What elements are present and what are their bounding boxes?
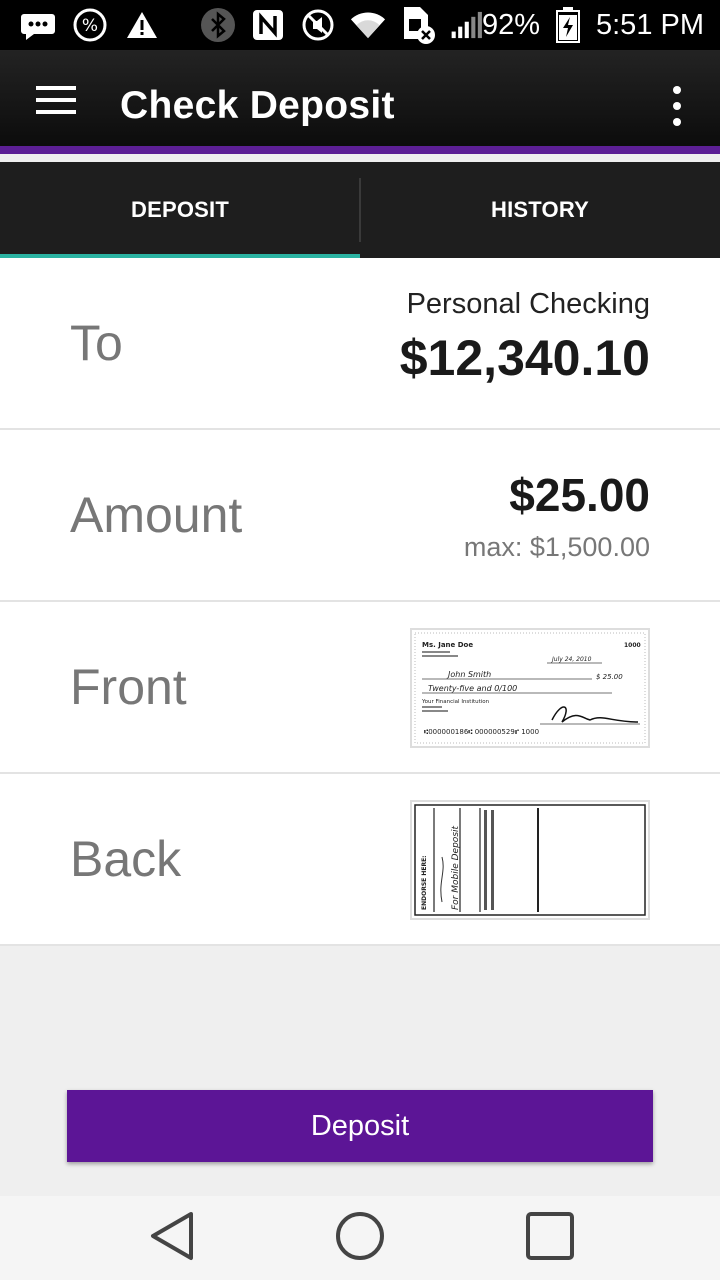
sim-error-icon [400,7,436,44]
check-amount: $ 25.00 [596,673,623,681]
check-date: July 24, 2010 [551,656,592,663]
amount-value: $25.00 [509,469,650,521]
system-nav-bar [0,1196,720,1280]
check-account-holder: Ms. Jane Doe [422,641,473,649]
warning-icon [124,8,160,42]
amount-label: Amount [70,487,243,543]
clock: 5:51 PM [596,8,704,41]
more-vert-icon-dot [673,118,681,126]
recents-square-icon [526,1211,574,1265]
signal-icon [450,8,486,42]
check-back-thumbnail[interactable]: ENDORSE HERE: For Mobile Deposit [410,800,650,920]
check-payee: John Smith [446,670,491,679]
percent-icon: % [72,8,108,42]
back-nav-button[interactable] [142,1211,202,1266]
battery-charging-icon [550,7,586,43]
to-label: To [70,315,123,371]
back-triangle-icon [149,1211,195,1266]
more-vert-icon-dot [673,86,681,94]
check-bank: Your Financial Institution [421,699,490,705]
bluetooth-icon [200,8,236,42]
nfc-icon [250,8,286,42]
home-circle-icon [335,1211,385,1266]
battery-percent: 92% [481,8,540,41]
status-bar: % 92% 5:51 PM [0,0,720,50]
svg-text:%: % [82,16,98,36]
to-account-row[interactable]: To Personal Checking $12,340.10 [0,258,720,430]
tab-bar: DEPOSIT HISTORY [0,162,720,259]
wifi-icon [350,8,386,42]
more-vert-icon-dot [673,102,681,110]
account-name: Personal Checking [406,288,650,320]
home-nav-button[interactable] [330,1211,390,1266]
mobile-deposit-text: For Mobile Deposit [451,825,461,910]
mute-icon [300,8,336,42]
account-summary: Personal Checking $12,340.10 [400,288,650,387]
menu-button[interactable] [28,78,84,126]
back-image-row[interactable]: Back ENDORSE HERE: For Mobile Deposit [0,774,720,946]
check-written-amount: Twenty-five and 0/100 [428,684,517,693]
hamburger-icon [36,85,76,119]
front-label: Front [70,659,187,715]
endorse-here-text: ENDORSE HERE: [421,855,428,910]
amount-summary: $25.00 max: $1,500.00 [464,468,650,563]
deposit-button[interactable]: Deposit [67,1090,653,1162]
check-number: 1000 [624,642,641,649]
amount-row[interactable]: Amount $25.00 max: $1,500.00 [0,430,720,602]
account-balance: $12,340.10 [399,330,650,386]
tab-deposit[interactable]: DEPOSIT [0,162,360,258]
deposit-form: To Personal Checking $12,340.10 Amount $… [0,258,720,946]
check-micr: ⑆000000186⑆ 000000529⑈ 1000 [424,728,539,736]
recents-nav-button[interactable] [520,1211,580,1265]
page-title: Check Deposit [120,84,395,127]
back-label: Back [70,831,182,887]
amount-max: max: $1,500.00 [463,532,650,562]
front-image-row[interactable]: Front Ms. Jane Doe 1000 July 24, 2010 Jo… [0,602,720,774]
messaging-icon [20,8,56,42]
check-front-thumbnail[interactable]: Ms. Jane Doe 1000 July 24, 2010 John Smi… [410,628,650,748]
overflow-menu-button[interactable] [662,86,692,126]
tab-history[interactable]: HISTORY [360,162,720,258]
app-bar: Check Deposit [0,50,720,154]
